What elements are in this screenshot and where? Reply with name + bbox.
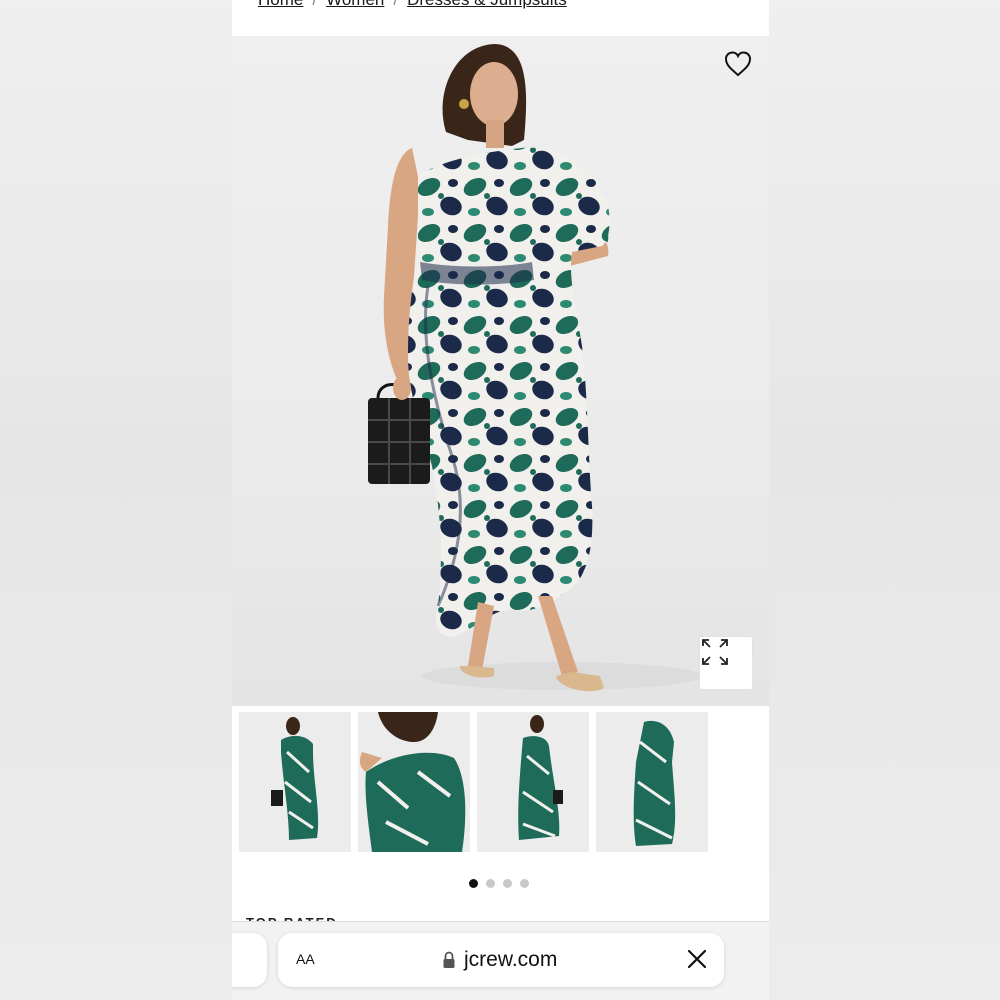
heart-icon — [724, 51, 752, 77]
thumbnail-image — [596, 712, 708, 852]
carousel-dot[interactable] — [469, 879, 478, 888]
previous-tab-pill[interactable] — [232, 933, 267, 987]
text-size-button[interactable]: AA — [296, 948, 315, 970]
background-right — [769, 0, 1000, 1000]
breadcrumb-dresses-jumpsuits[interactable]: Dresses & Jumpsuits — [407, 0, 567, 9]
text-size-label: AA — [296, 951, 315, 967]
close-icon — [687, 949, 707, 969]
wishlist-button[interactable] — [723, 50, 753, 78]
close-button[interactable] — [686, 948, 708, 970]
carousel-dot[interactable] — [503, 879, 512, 888]
browser-toolbar: AA jcrew.com — [232, 921, 769, 1000]
breadcrumb-home[interactable]: Home — [258, 0, 303, 9]
address-bar[interactable]: AA jcrew.com — [278, 933, 724, 987]
thumbnail-strip — [238, 712, 758, 854]
breadcrumb-separator: / — [312, 0, 317, 9]
mobile-screen: Home / Women / Dresses & Jumpsuits — [232, 0, 769, 1000]
carousel-dot[interactable] — [486, 879, 495, 888]
breadcrumb-women[interactable]: Women — [326, 0, 384, 9]
thumbnail-image — [477, 712, 589, 852]
url-display[interactable]: jcrew.com — [442, 948, 557, 972]
thumbnail-image — [239, 712, 351, 852]
thumbnail-image — [358, 712, 470, 852]
product-main-image[interactable] — [232, 36, 769, 706]
thumbnail-closeup[interactable] — [358, 712, 470, 852]
url-text: jcrew.com — [464, 948, 558, 971]
carousel-pagination — [469, 875, 537, 888]
breadcrumb: Home / Women / Dresses & Jumpsuits — [258, 0, 567, 10]
thumbnail-front[interactable] — [239, 712, 351, 852]
carousel-dot[interactable] — [520, 879, 529, 888]
expand-image-button[interactable] — [700, 637, 752, 689]
breadcrumb-separator: / — [393, 0, 398, 9]
thumbnail-product[interactable] — [596, 712, 708, 852]
expand-icon — [702, 639, 728, 665]
lock-icon — [443, 951, 455, 968]
background-left — [0, 0, 232, 1000]
thumbnail-back[interactable] — [477, 712, 589, 852]
model-photo — [368, 44, 702, 692]
